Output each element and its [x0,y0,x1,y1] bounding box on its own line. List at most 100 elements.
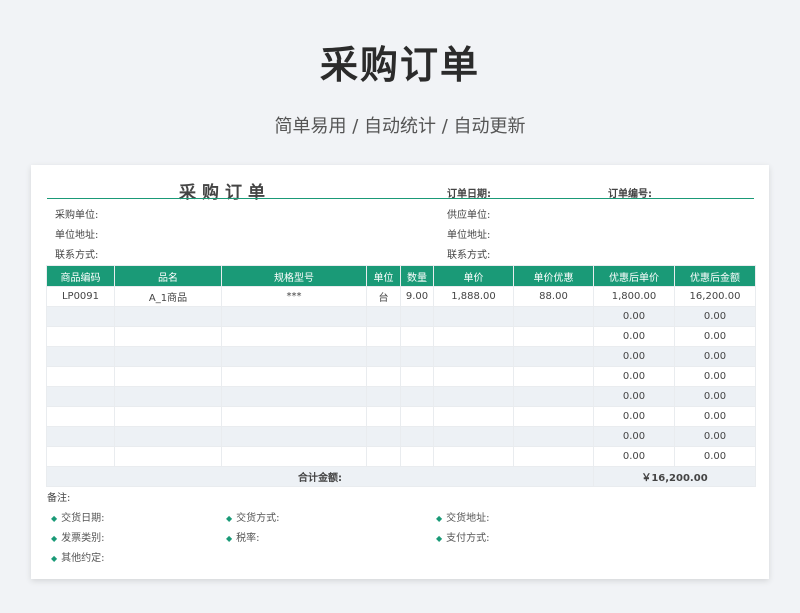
table-cell: 0.00 [593,366,675,387]
bullet-icon: ◆ [436,514,443,523]
col-header: 优惠后单价 [593,265,675,287]
bullet-icon: ◆ [226,534,233,543]
table-cell [46,346,115,367]
col-header: 数量 [400,265,434,287]
purchaser-address-label: 单位地址: [55,230,99,241]
table-cell [433,306,514,327]
table-cell [46,366,115,387]
table-cell [221,446,367,467]
total-row: 合计金额: ￥16,200.00 [46,466,756,487]
bullet-icon: ◆ [436,534,443,543]
page-subtitle: 简单易用 / 自动统计 / 自动更新 [274,116,526,137]
table-cell [366,386,401,407]
table-cell [513,386,594,407]
table-cell: 16,200.00 [674,286,756,307]
table-cell [366,446,401,467]
note-delivery-date: ◆ 交货日期: [51,513,105,524]
supplier-address-label: 单位地址: [447,230,491,241]
table-cell: 0.00 [593,406,675,427]
col-header: 单价 [433,265,514,287]
col-header: 优惠后金额 [674,265,756,287]
note-delivery-address: ◆ 交货地址: [436,513,490,524]
table-cell [400,386,434,407]
table-cell: LP0091 [46,286,115,307]
table-cell [46,406,115,427]
table-cell [513,306,594,327]
table-row: 0.00 0.00 [46,326,756,347]
table-cell: A_1商品 [114,286,222,307]
table-cell [513,446,594,467]
table-row: 0.00 0.00 [46,386,756,407]
table-cell [433,366,514,387]
table-cell [433,346,514,367]
sheet-title: 采购订单 [179,183,271,203]
table-row: 0.00 0.00 [46,346,756,367]
table-cell: 0.00 [593,386,675,407]
table-cell: 1,888.00 [433,286,514,307]
note-invoice-type: ◆ 发票类别: [51,533,105,544]
purchaser-label: 采购单位: [55,210,99,221]
title-divider [47,198,754,199]
table-cell [114,346,222,367]
table-cell [221,406,367,427]
table-cell [221,326,367,347]
table-cell [433,426,514,447]
supplier-label: 供应单位: [447,210,491,221]
table-cell [400,326,434,347]
table-cell [114,426,222,447]
table-cell [46,426,115,447]
table-cell [366,426,401,447]
col-header: 规格型号 [221,265,367,287]
bullet-icon: ◆ [51,554,58,563]
col-header: 品名 [114,265,222,287]
table-cell [366,346,401,367]
table-cell [366,306,401,327]
table-cell [366,406,401,427]
table-row: 0.00 0.00 [46,406,756,427]
note-other-terms: ◆ 其他约定: [51,553,105,564]
table-row: 0.00 0.00 [46,306,756,327]
table-cell: 0.00 [593,346,675,367]
table-cell [221,386,367,407]
notes-label: 备注: [47,493,71,504]
table-cell [400,426,434,447]
table-cell [433,326,514,347]
table-header-row: 商品编码 品名 规格型号 单位 数量 单价 单价优惠 优惠后单价 优惠后金额 [46,265,756,287]
note-delivery-method: ◆ 交货方式: [226,513,280,524]
table-cell: 0.00 [674,446,756,467]
table-cell: 台 [366,286,401,307]
note-payment-method: ◆ 支付方式: [436,533,490,544]
col-header: 单价优惠 [513,265,594,287]
table-cell: 0.00 [593,326,675,347]
table-cell: *** [221,286,367,307]
table-row: 0.00 0.00 [46,366,756,387]
bullet-icon: ◆ [51,534,58,543]
table-cell [513,426,594,447]
table-cell [114,306,222,327]
table-cell [433,446,514,467]
table-cell [114,446,222,467]
total-label: 合计金额: [46,466,594,487]
supplier-contact-label: 联系方式: [447,250,491,261]
table-cell [513,406,594,427]
table-cell [221,306,367,327]
table-cell: 9.00 [400,286,434,307]
table-cell [400,306,434,327]
table-cell [400,446,434,467]
table-cell: 0.00 [674,386,756,407]
table-cell [433,386,514,407]
table-cell: 0.00 [674,326,756,347]
table-cell [46,386,115,407]
table-cell [46,306,115,327]
table-cell: 0.00 [674,426,756,447]
page-title: 采购订单 [319,43,480,87]
table-cell [400,406,434,427]
table-cell [366,366,401,387]
note-tax-rate: ◆ 税率: [226,533,260,544]
table-cell: 0.00 [674,306,756,327]
table-row: LP0091 A_1商品 *** 台 9.00 1,888.00 88.00 1,800.00… [46,286,756,307]
table-cell [221,346,367,367]
table-cell: 0.00 [674,346,756,367]
table-cell [221,366,367,387]
table-cell: 1,800.00 [593,286,675,307]
